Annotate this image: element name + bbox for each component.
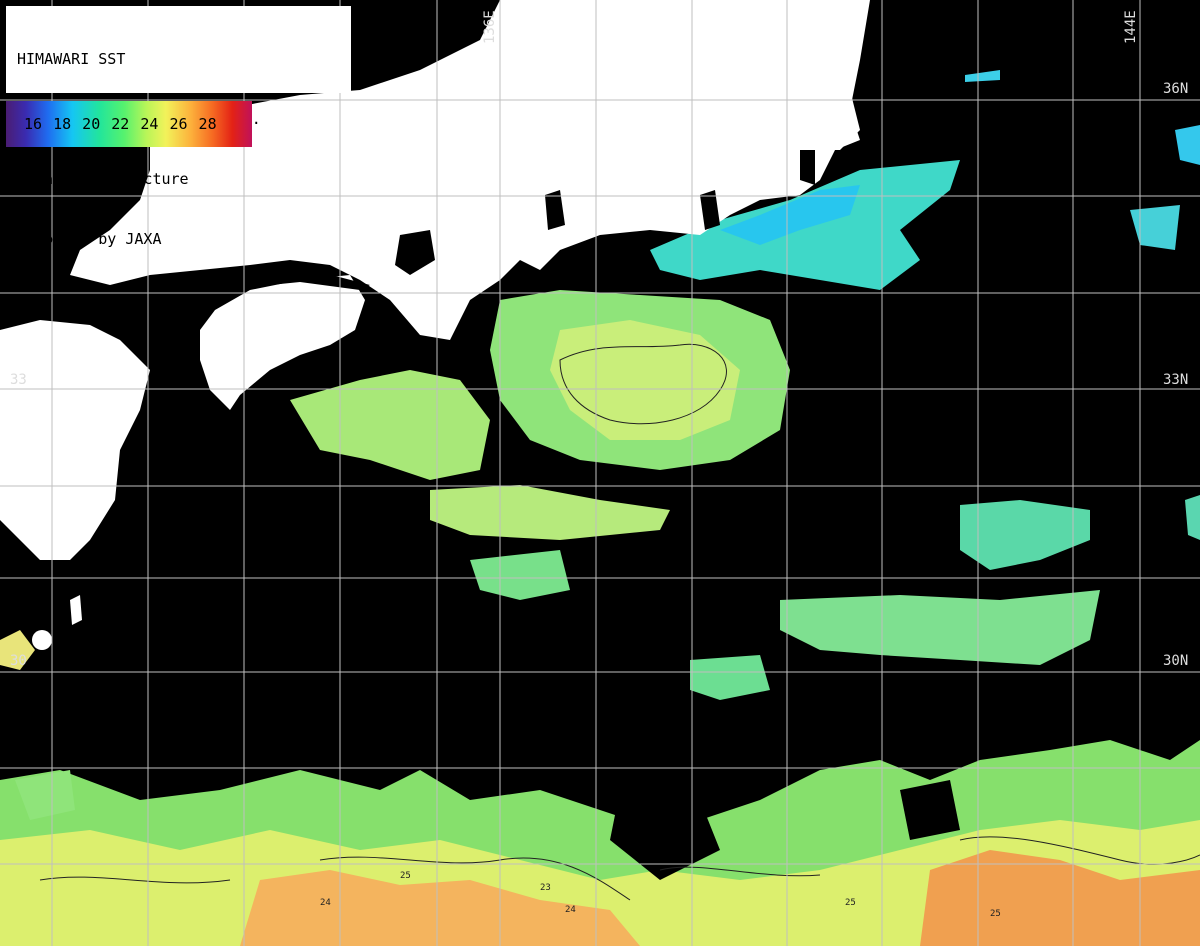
contour-label: 25	[400, 871, 411, 881]
temperature-color-legend: 16 18 20 22 24 26 28	[6, 101, 252, 147]
lat-label-33n: 33N	[1163, 372, 1189, 388]
lon-label-136e: 136E	[482, 10, 498, 44]
contour-label: 24	[565, 905, 576, 915]
island-tanegashima	[32, 630, 52, 650]
contour-label: 24	[320, 898, 331, 908]
legend-labels: 16 18 20 22 24 26 28	[24, 115, 217, 133]
tokyo-bay	[800, 150, 815, 185]
map-title: HIMAWARI SST	[17, 50, 126, 68]
lat-label-west-30: 30	[10, 653, 27, 669]
lat-label-west-33: 33	[10, 372, 27, 388]
contour-label: 25	[990, 909, 1001, 919]
map-region: Kanagawa Prefecture	[17, 170, 189, 188]
lon-label-144e: 144E	[1123, 10, 1139, 44]
island-yakushima	[70, 595, 82, 625]
map-credit: supplied by JAXA	[17, 230, 162, 248]
contour-label: 23	[540, 883, 551, 893]
lat-label-30n: 30N	[1163, 653, 1189, 669]
contour-label: 25	[845, 898, 856, 908]
lat-label-36n: 36N	[1163, 81, 1189, 97]
map-info-box: HIMAWARI SST 2025/05/15 20(UTC) 3H Comp.…	[6, 6, 351, 248]
